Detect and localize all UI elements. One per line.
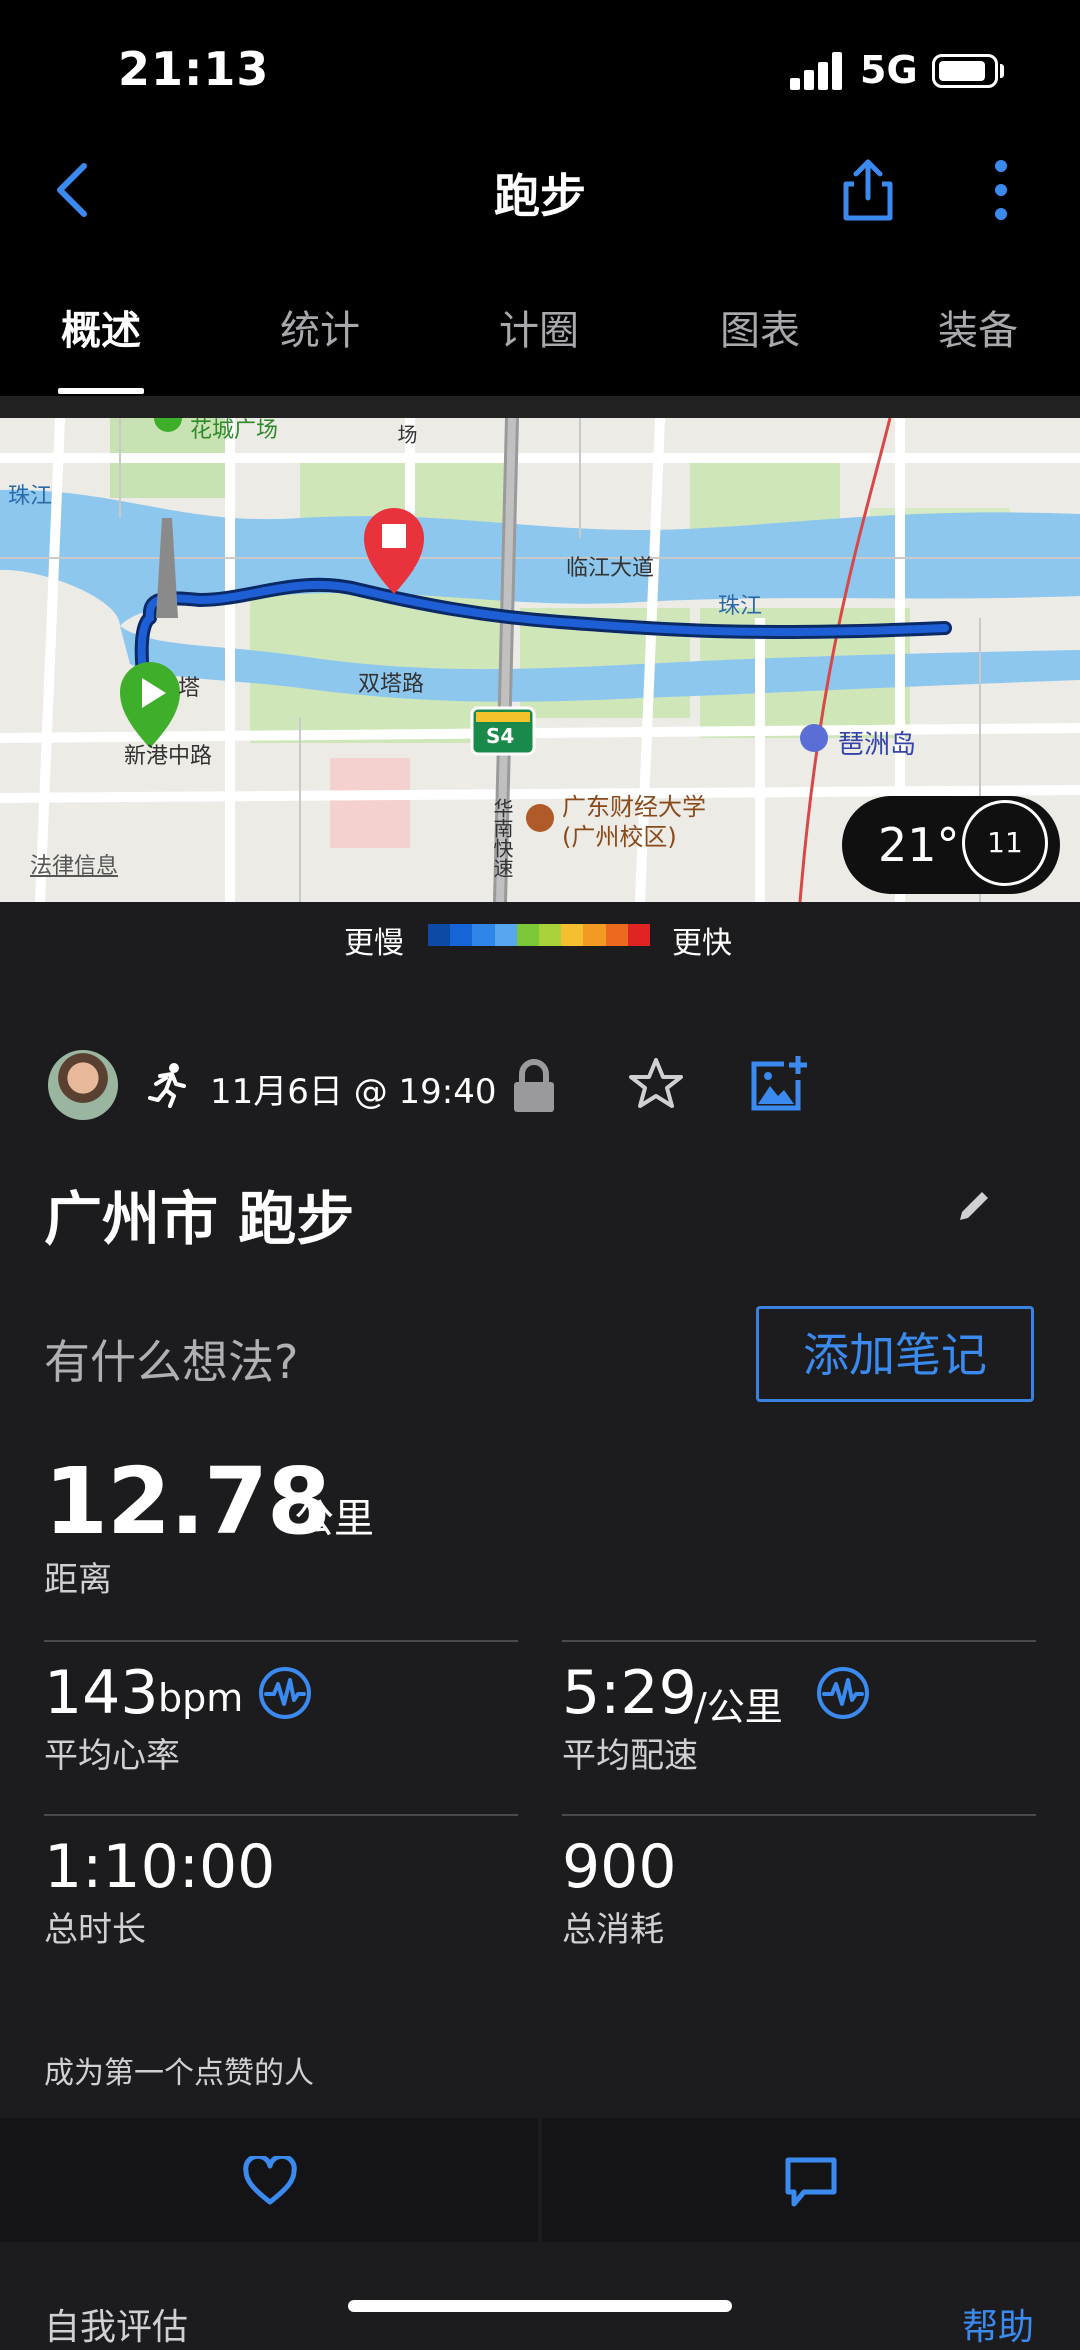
- calories-label: 总消耗: [562, 1910, 664, 1950]
- help-link[interactable]: 帮助: [962, 2298, 1034, 2350]
- map-label-road: 临江大道: [566, 556, 655, 581]
- activity-datetime: 11月6日 @ 19:40: [210, 1072, 497, 1112]
- map-label-river: 珠江: [718, 594, 763, 619]
- divider: [44, 1814, 518, 1816]
- pace-chart-icon[interactable]: [816, 1666, 870, 1720]
- battery-icon: [932, 54, 998, 88]
- kudos-prompt: 成为第一个点赞的人: [44, 2056, 314, 2091]
- map-label-river: 珠江: [8, 484, 53, 509]
- home-indicator[interactable]: [348, 2300, 732, 2312]
- weather-temperature: 21°: [878, 818, 960, 872]
- pace-color-swatch: [428, 924, 451, 946]
- signal-icon: [790, 52, 842, 90]
- pace-color-swatch: [539, 924, 562, 946]
- tabs-separator: [0, 396, 1080, 418]
- map-label-university: 广东财经大学 (广州校区): [562, 793, 706, 851]
- battery-tip: [1000, 64, 1004, 78]
- more-options-icon[interactable]: [986, 158, 1016, 222]
- distance-unit: 公里: [294, 1496, 374, 1542]
- divider: [562, 1640, 1036, 1642]
- distance-value: 12.78: [44, 1448, 331, 1555]
- activity-name: 广州市 跑步: [44, 1185, 355, 1253]
- status-time: 21:13: [118, 42, 270, 96]
- self-evaluation-label: 自我评估: [44, 2307, 189, 2348]
- divider: [44, 1640, 518, 1642]
- lock-icon[interactable]: [510, 1058, 558, 1114]
- legend-slow-label: 更慢: [344, 926, 404, 961]
- pace-color-swatch: [494, 924, 517, 946]
- map-label-expressway: 华南快速: [490, 798, 514, 878]
- active-tab-indicator: [58, 388, 144, 394]
- legend-fast-label: 更快: [672, 926, 732, 961]
- heart-icon[interactable]: [242, 2156, 298, 2206]
- pace-color-swatch: [516, 924, 540, 946]
- share-icon[interactable]: [840, 156, 896, 222]
- tab-stats[interactable]: 统计: [230, 298, 410, 356]
- map-label-road: 新港中路: [124, 744, 213, 769]
- map-label-road: 双塔路: [358, 672, 425, 697]
- legal-info-link[interactable]: 法律信息: [30, 848, 118, 880]
- network-type: 5G: [860, 48, 918, 92]
- heart-rate-label: 平均心率: [44, 1736, 180, 1776]
- heart-rate-unit: bpm: [158, 1676, 244, 1720]
- pace-value: 5:29: [562, 1658, 697, 1728]
- map-label-island: 琶洲岛: [838, 730, 917, 760]
- heart-rate-chart-icon[interactable]: [258, 1666, 312, 1720]
- map-label-highway: S4: [486, 724, 515, 748]
- tab-gear[interactable]: 装备: [888, 298, 1068, 356]
- pace-color-swatch: [627, 924, 651, 946]
- tab-laps[interactable]: 计圈: [449, 298, 629, 356]
- heart-rate-value: 143: [44, 1658, 159, 1728]
- page-title: 跑步: [494, 169, 586, 223]
- pace-color-swatch: [472, 924, 495, 946]
- running-icon: [148, 1063, 186, 1108]
- star-icon[interactable]: [628, 1056, 684, 1112]
- tab-charts[interactable]: 图表: [670, 298, 850, 356]
- duration-value: 1:10:00: [44, 1832, 276, 1902]
- pace-color-swatch: [450, 924, 473, 946]
- tab-overview[interactable]: 概述: [11, 298, 191, 356]
- add-photo-icon[interactable]: [748, 1054, 808, 1114]
- edit-pencil-icon[interactable]: [954, 1186, 994, 1226]
- divider: [562, 1814, 1036, 1816]
- map-label-road-top: 场: [394, 424, 418, 444]
- map-label-plaza: 花城广场: [190, 418, 279, 443]
- pace-gradient-bar: [428, 924, 651, 946]
- duration-label: 总时长: [44, 1910, 146, 1950]
- note-prompt: 有什么想法?: [44, 1335, 299, 1389]
- map-label-tower: 塔: [178, 676, 201, 701]
- add-note-button[interactable]: 添加笔记: [756, 1306, 1034, 1402]
- pace-color-swatch: [605, 924, 628, 946]
- pace-color-swatch: [583, 924, 606, 946]
- avatar[interactable]: [48, 1050, 118, 1120]
- pace-unit: /公里: [694, 1685, 783, 1729]
- calories-value: 900: [562, 1832, 677, 1902]
- pace-label: 平均配速: [562, 1736, 698, 1776]
- comment-icon[interactable]: [784, 2156, 838, 2208]
- pace-color-swatch: [561, 924, 584, 946]
- action-divider: [538, 2118, 542, 2242]
- weather-dial-value: 11: [987, 826, 1023, 859]
- distance-label: 距离: [44, 1560, 112, 1600]
